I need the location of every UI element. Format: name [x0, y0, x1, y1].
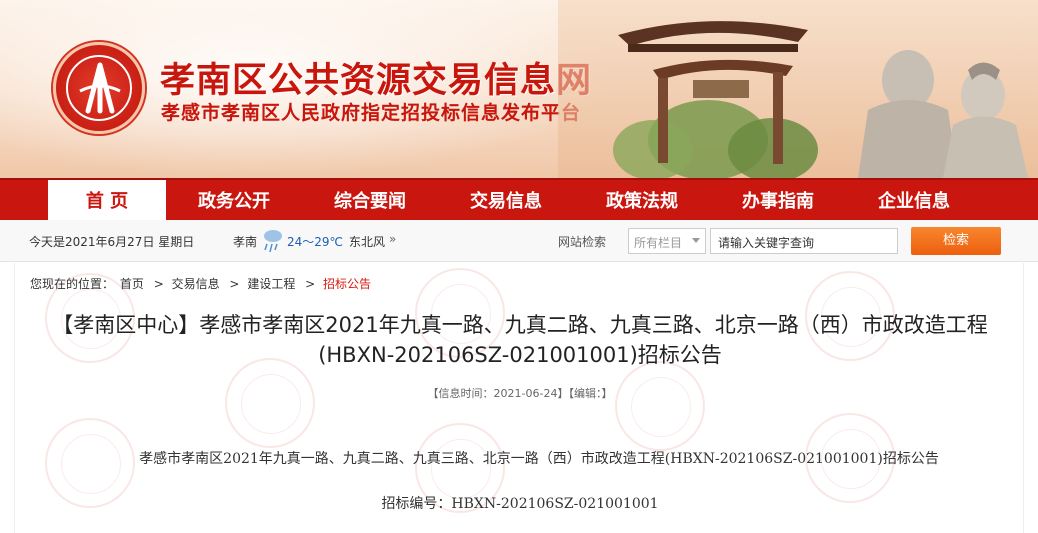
current-date: 今天是2021年6月27日 星期日: [29, 235, 195, 249]
article-content: 您现在的位置： 首页 > 交易信息 > 建设工程 > 招标公告 【孝南区中心】孝…: [14, 263, 1024, 533]
article-body-heading: 孝感市孝南区2021年九真一路、九真二路、九真三路、北京一路（西）市政改造工程(…: [139, 451, 939, 467]
breadcrumb-prefix: 您现在的位置：: [30, 277, 115, 291]
article-meta: 【信息时间：2021-06-24】【编辑：】: [427, 387, 613, 400]
search-input[interactable]: 请输入关键字查询: [710, 228, 898, 254]
breadcrumb: 您现在的位置： 首页 > 交易信息 > 建设工程 > 招标公告: [30, 275, 373, 292]
logo-emblem-icon: [79, 62, 121, 114]
nav-item-government-affairs[interactable]: 政务公开: [176, 180, 292, 220]
breadcrumb-construction[interactable]: 建设工程: [247, 277, 295, 291]
site-logo[interactable]: [53, 42, 145, 134]
weather-wind: 东北风: [349, 235, 386, 249]
weather-more-icon[interactable]: »: [389, 232, 396, 246]
nav-item-news[interactable]: 综合要闻: [312, 180, 428, 220]
breadcrumb-current[interactable]: 招标公告: [323, 277, 371, 291]
info-bar: 今天是2021年6月27日 星期日 孝南 24～29℃ 东北风 » 网站检索 所…: [0, 220, 1038, 262]
nav-item-policies[interactable]: 政策法规: [584, 180, 700, 220]
breadcrumb-trade-info[interactable]: 交易信息: [172, 277, 220, 291]
nav-item-home[interactable]: 首 页: [48, 180, 166, 220]
breadcrumb-separator: >: [229, 277, 240, 291]
weather-city: 孝南: [233, 235, 258, 249]
site-title: 孝南区公共资源交易信息网: [160, 61, 593, 101]
weather-temperature: 24～29℃: [287, 235, 344, 249]
bid-number: 招标编号：HBXN-202106SZ-021001001: [381, 496, 659, 512]
main-nav: 首 页 政务公开 综合要闻 交易信息 政策法规 办事指南 企业信息: [0, 178, 1038, 220]
watermark-seal: [225, 358, 315, 448]
breadcrumb-separator: >: [153, 277, 164, 291]
breadcrumb-home[interactable]: 首页: [120, 277, 144, 291]
watermark-seal: [615, 361, 705, 451]
nav-item-enterprise[interactable]: 企业信息: [856, 180, 972, 220]
category-select-value: 所有栏目: [634, 236, 683, 250]
nav-item-trade-info[interactable]: 交易信息: [448, 180, 564, 220]
site-subtitle: 孝感市孝南区人民政府指定招投标信息发布平台: [161, 102, 582, 124]
rain-weather-icon: [264, 230, 282, 253]
breadcrumb-separator: >: [305, 277, 316, 291]
category-select[interactable]: 所有栏目: [628, 228, 706, 254]
search-label: 网站检索: [558, 235, 607, 249]
banner-scenery-image: [558, 0, 1038, 178]
article-title: 【孝南区中心】孝感市孝南区2021年九真一路、九真二路、九真三路、北京一路（西）…: [52, 313, 988, 367]
page: 孝南区公共资源交易信息网 孝感市孝南区人民政府指定招投标信息发布平台 首 页 政…: [0, 0, 1038, 533]
site-banner: 孝南区公共资源交易信息网 孝感市孝南区人民政府指定招投标信息发布平台: [0, 0, 1038, 178]
chevron-down-icon: [692, 238, 700, 243]
nav-item-guide[interactable]: 办事指南: [720, 180, 836, 220]
search-button[interactable]: 检索: [911, 227, 1001, 255]
